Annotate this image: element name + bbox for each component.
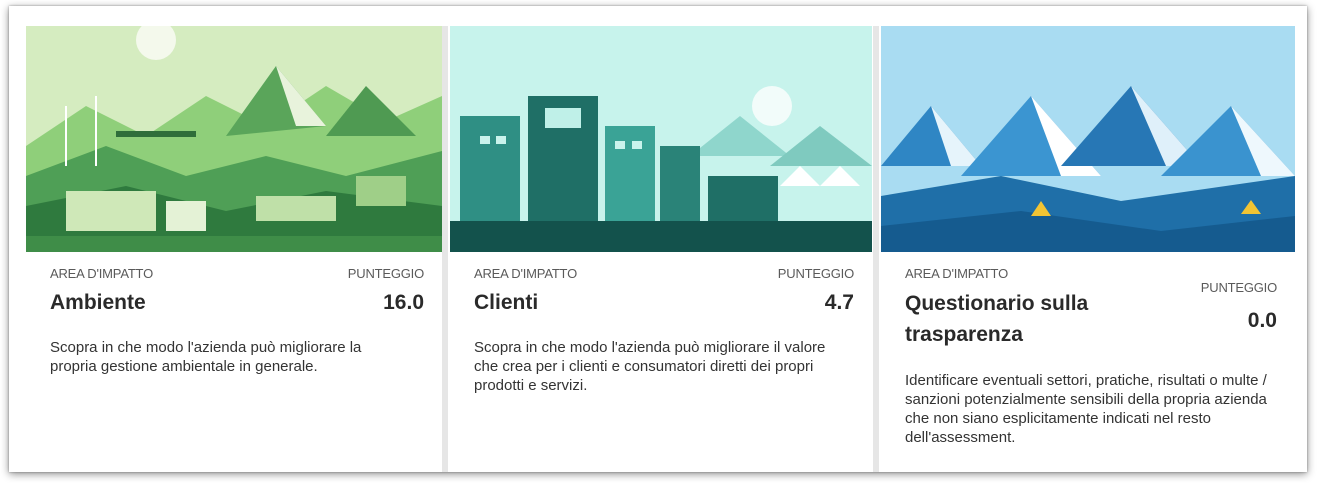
card-divider	[442, 26, 448, 472]
card-title: Clienti	[474, 291, 539, 314]
card-divider	[873, 26, 879, 472]
area-label: AREA D'IMPATTO	[905, 266, 1008, 281]
card-score: 0.0	[1247, 309, 1277, 332]
card-description: Scopra in che modo l'azienda può miglior…	[474, 339, 826, 394]
card-score: 16.0	[383, 291, 424, 314]
environment-illustration	[26, 26, 442, 252]
card-title: Ambiente	[50, 291, 146, 314]
impact-card-trasparenza[interactable]: AREA D'IMPATTO PUNTEGGIO Questionario su…	[881, 26, 1295, 472]
area-label: AREA D'IMPATTO	[474, 266, 577, 281]
score-label: PUNTEGGIO	[777, 266, 854, 281]
score-label: PUNTEGGIO	[347, 266, 424, 281]
card-score: 4.7	[824, 291, 854, 314]
city-illustration	[450, 26, 872, 252]
mountains-illustration	[881, 26, 1295, 252]
impact-card-ambiente[interactable]: AREA D'IMPATTO PUNTEGGIO Ambiente 16.0 S…	[26, 26, 442, 472]
card-description: Scopra in che modo l'azienda può miglior…	[50, 339, 362, 375]
area-label: AREA D'IMPATTO	[50, 266, 153, 281]
impact-area-panel: AREA D'IMPATTO PUNTEGGIO Ambiente 16.0 S…	[9, 6, 1307, 472]
card-title: Questionario sulla trasparenza	[905, 292, 1089, 346]
card-description: Identificare eventuali settori, pratiche…	[905, 372, 1267, 446]
impact-card-clienti[interactable]: AREA D'IMPATTO PUNTEGGIO Clienti 4.7 Sco…	[450, 26, 872, 472]
score-label: PUNTEGGIO	[1200, 280, 1277, 295]
